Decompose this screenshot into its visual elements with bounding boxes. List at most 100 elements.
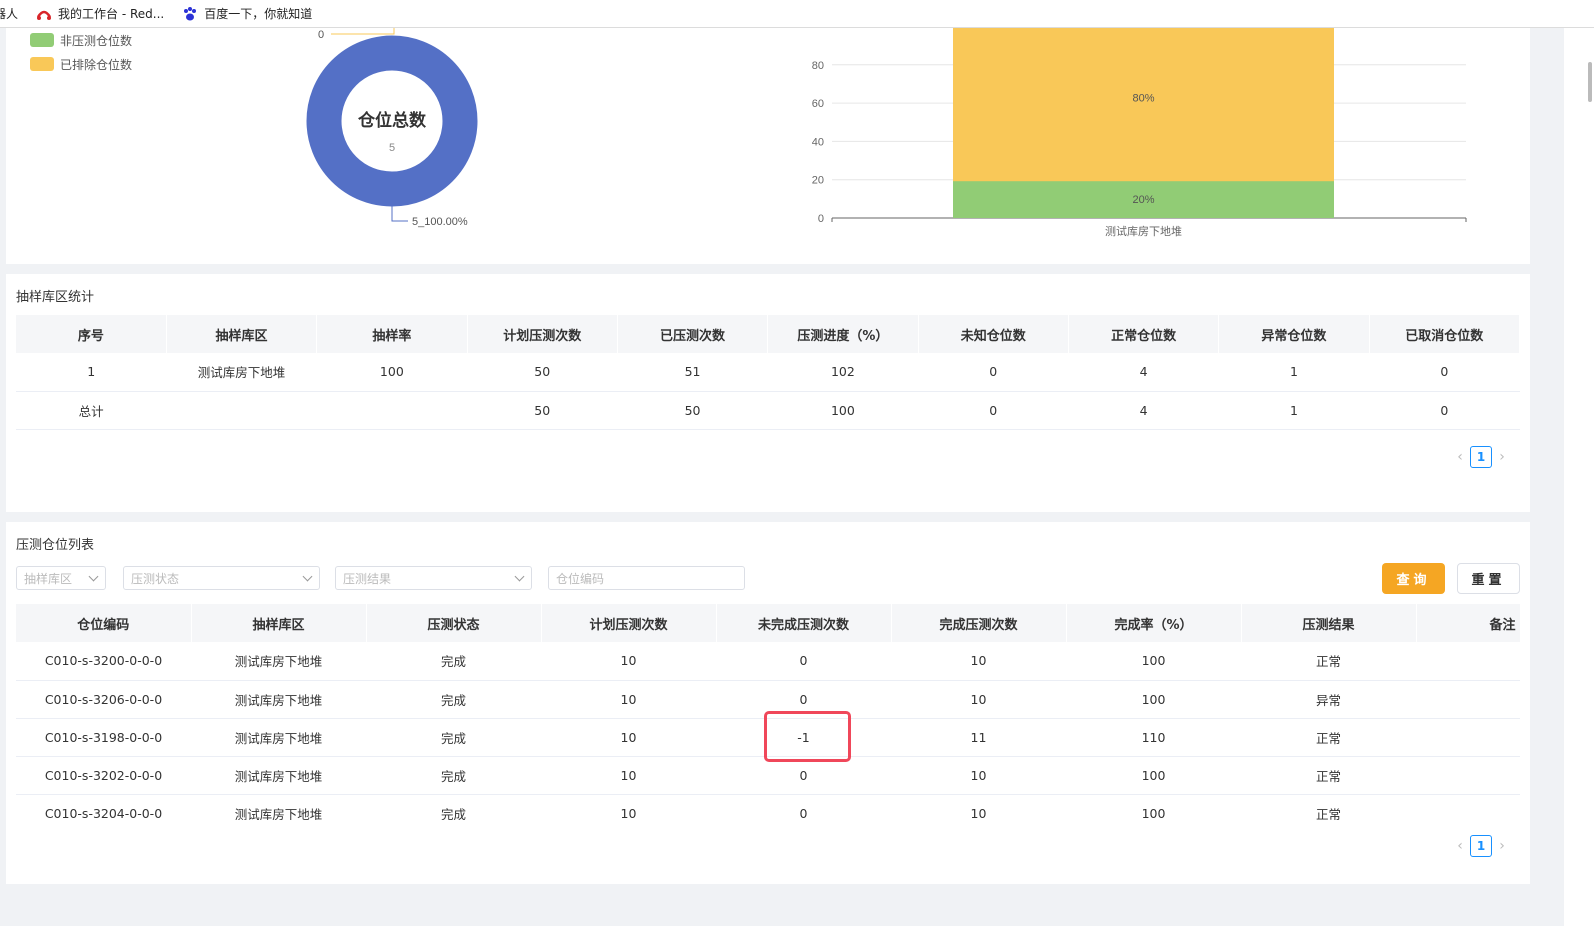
table-cell: 完成	[366, 642, 541, 681]
table-cell: 测试库房下地堆	[191, 794, 366, 820]
y-tick-label: 20	[812, 175, 824, 187]
table-cell: 0	[716, 794, 891, 820]
donut-chart: 0 5_100.00% 仓位总数 5	[306, 28, 478, 228]
chevron-down-icon	[514, 571, 525, 581]
table-cell: 0	[918, 391, 1069, 430]
page-number[interactable]: 1	[1470, 835, 1492, 857]
table-cell: 测试库房下地堆	[191, 680, 366, 719]
y-tick-label: 0	[818, 213, 824, 225]
table-cell: 完成	[366, 718, 541, 757]
table-cell	[166, 391, 317, 430]
table-cell	[316, 391, 468, 430]
sample-stats-table: 序号 抽样库区 抽样率 计划压测次数 已压测次数 压测进度（%） 未知仓位数 正常仓位数 异常仓…	[16, 315, 1521, 430]
y-tick-label: 40	[812, 136, 824, 148]
y-tick-label: 60	[812, 98, 824, 110]
table-cell: 1	[1218, 391, 1370, 430]
column-header: 备注	[1416, 604, 1520, 642]
table-cell: C010-s-3198-0-0-0	[16, 718, 191, 757]
bar-data-label: 80%	[1132, 93, 1154, 105]
table-cell: 10	[541, 756, 716, 795]
column-header: 已压测次数	[617, 315, 769, 353]
column-header: 序号	[16, 315, 167, 353]
table-cell: 10	[541, 718, 716, 757]
bookmark-label: 我的工作台 - Red...	[58, 7, 165, 21]
column-header: 未完成压测次数	[716, 604, 892, 642]
section-title: 压测仓位列表	[16, 538, 95, 553]
table-cell: 完成	[366, 680, 541, 719]
x-tick-label: 测试库房下地堆	[1105, 225, 1182, 238]
table-row: 1 测试库房下地堆 100 50 51 102 0 4 1 0	[16, 353, 1520, 392]
bookmark-baidu[interactable]: 百度一下，你就知道	[182, 5, 312, 22]
page-scrollbar[interactable]	[1564, 28, 1594, 926]
table-cell	[1416, 718, 1520, 757]
status-select[interactable]: 压测状态	[123, 566, 320, 590]
column-header: 正常仓位数	[1068, 315, 1220, 353]
column-header: 仓位编码	[16, 604, 192, 642]
table-cell: 0	[716, 642, 891, 681]
result-select[interactable]: 压测结果	[335, 566, 532, 590]
slot-code-input[interactable]: 仓位编码	[548, 566, 745, 590]
table-cell: 测试库房下地堆	[191, 718, 366, 757]
table-cell: C010-s-3202-0-0-0	[16, 756, 191, 795]
table-cell: 4	[1068, 353, 1219, 392]
table-cell: 10	[541, 680, 716, 719]
table-cell: 10	[891, 642, 1066, 681]
column-header: 压测结果	[1241, 604, 1417, 642]
table-cell: 100	[767, 391, 919, 430]
bookmark-robot[interactable]: 器人	[0, 5, 18, 22]
table-cell: 正常	[1241, 756, 1416, 795]
table-cell: 0	[1369, 391, 1520, 430]
table-cell: 10	[891, 756, 1066, 795]
slot-pagination: ‹ 1 ›	[1450, 835, 1512, 857]
table-cell: 50	[467, 391, 618, 430]
prev-page-icon[interactable]: ‹	[1450, 449, 1470, 465]
table-cell: 0	[1369, 353, 1520, 392]
table-cell: 10	[541, 794, 716, 820]
table-cell: 测试库房下地堆	[191, 756, 366, 795]
table-cell: 0	[918, 353, 1069, 392]
table-cell: 10	[541, 642, 716, 681]
scrollbar-thumb[interactable]	[1588, 62, 1592, 102]
page-number[interactable]: 1	[1470, 446, 1492, 468]
table-cell: 异常	[1241, 680, 1416, 719]
column-header: 抽样库区	[191, 604, 367, 642]
bookmark-workbench[interactable]: 我的工作台 - Red...	[36, 5, 164, 22]
column-header: 计划压测次数	[541, 604, 717, 642]
table-cell: 总计	[16, 391, 167, 430]
table-row[interactable]: C010-s-3204-0-0-0 测试库房下地堆 完成 10 0 10 100 正常	[16, 794, 1520, 820]
stats-pagination: ‹ 1 ›	[1450, 446, 1512, 468]
table-cell	[1416, 680, 1520, 719]
table-cell: 51	[617, 353, 768, 392]
section-title: 抽样库区统计	[16, 290, 95, 305]
redhat-icon	[36, 6, 52, 22]
next-page-icon[interactable]: ›	[1492, 449, 1512, 465]
reset-button[interactable]: 重置	[1457, 563, 1520, 594]
table-cell: 102	[767, 353, 919, 392]
table-row[interactable]: C010-s-3200-0-0-0 测试库房下地堆 完成 10 0 10 100 正常	[16, 642, 1520, 681]
query-button[interactable]: 查询	[1382, 563, 1445, 594]
bookmark-label: 百度一下，你就知道	[204, 7, 313, 21]
table-cell: 完成	[366, 756, 541, 795]
column-header: 抽样率	[316, 315, 468, 353]
table-cell: 50	[617, 391, 768, 430]
table-cell: 10	[891, 680, 1066, 719]
table-cell: 50	[467, 353, 618, 392]
table-cell: 测试库房下地堆	[166, 353, 317, 392]
column-header: 压测进度（%）	[767, 315, 919, 353]
table-cell: 100	[1066, 794, 1241, 820]
y-tick-label: 80	[812, 60, 824, 72]
area-select[interactable]: 抽样库区	[16, 566, 106, 590]
pie-label-total: 5_100.00%	[412, 216, 468, 228]
bar-data-label: 20%	[1132, 194, 1154, 206]
chart-panel: 非压测仓位数 已排除仓位数 0 5_100.00% 仓位总数 5 0 20 40 60…	[6, 28, 1530, 264]
table-cell: C010-s-3206-0-0-0	[16, 680, 191, 719]
pie-leader-line	[391, 206, 408, 222]
table-cell: 4	[1068, 391, 1219, 430]
table-cell: C010-s-3204-0-0-0	[16, 794, 191, 820]
column-header: 计划压测次数	[467, 315, 618, 353]
next-page-icon[interactable]: ›	[1492, 838, 1512, 854]
chevron-down-icon	[302, 571, 313, 581]
prev-page-icon[interactable]: ‹	[1450, 838, 1470, 854]
table-cell: 正常	[1241, 794, 1416, 820]
table-cell: 1	[1218, 353, 1370, 392]
